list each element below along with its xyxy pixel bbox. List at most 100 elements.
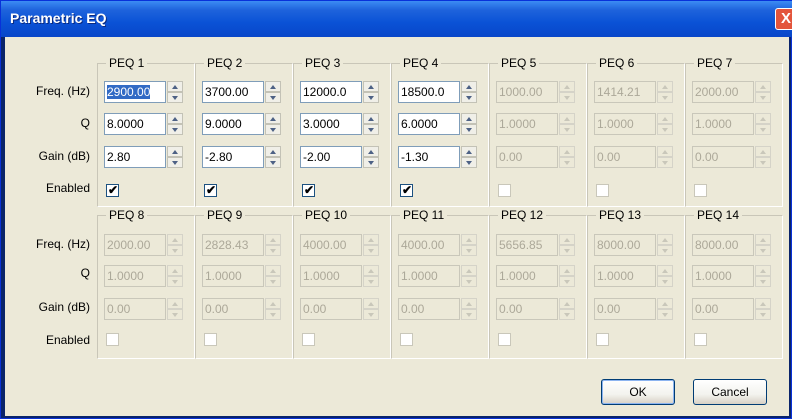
spin-down-button[interactable] — [755, 92, 771, 103]
spin-down-button[interactable] — [167, 245, 183, 256]
spin-down-button[interactable] — [755, 245, 771, 256]
enabled-checkbox[interactable] — [694, 184, 707, 197]
spin-down-button[interactable] — [461, 309, 477, 320]
spin-down-button[interactable] — [657, 124, 673, 135]
spin-down-button[interactable] — [265, 276, 281, 287]
spin-up-button[interactable] — [461, 146, 477, 157]
spin-down-button[interactable] — [559, 309, 575, 320]
spin-up-button[interactable] — [363, 298, 379, 309]
spin-up-button[interactable] — [363, 146, 379, 157]
spin-up-button[interactable] — [755, 234, 771, 245]
enabled-checkbox[interactable] — [498, 333, 511, 346]
spin-down-button[interactable] — [167, 124, 183, 135]
enabled-checkbox[interactable] — [400, 333, 413, 346]
spin-down-button[interactable] — [461, 124, 477, 135]
freq-field[interactable]: 12000.0 — [300, 81, 362, 103]
enabled-checkbox[interactable] — [694, 333, 707, 346]
gain-field[interactable]: 0.00 — [496, 146, 558, 168]
gain-field[interactable]: -1.30 — [398, 146, 460, 168]
spin-up-button[interactable] — [559, 265, 575, 276]
ok-button[interactable]: OK — [601, 379, 675, 405]
spin-down-button[interactable] — [265, 124, 281, 135]
spin-up-button[interactable] — [167, 265, 183, 276]
spin-up-button[interactable] — [265, 234, 281, 245]
spin-down-button[interactable] — [559, 276, 575, 287]
q-field[interactable]: 8.0000 — [104, 113, 166, 135]
freq-field[interactable]: 2828.43 — [202, 234, 264, 256]
spin-up-button[interactable] — [755, 113, 771, 124]
enabled-checkbox[interactable] — [204, 333, 217, 346]
spin-down-button[interactable] — [265, 157, 281, 168]
enabled-checkbox[interactable]: ✔ — [302, 183, 315, 197]
q-field[interactable]: 1.0000 — [692, 265, 754, 287]
gain-field[interactable]: 2.80 — [104, 146, 166, 168]
freq-field[interactable]: 1414.21 — [594, 81, 656, 103]
spin-up-button[interactable] — [755, 146, 771, 157]
freq-field[interactable]: 4000.00 — [300, 234, 362, 256]
freq-field[interactable]: 2000.00 — [692, 81, 754, 103]
q-field[interactable]: 1.0000 — [300, 265, 362, 287]
spin-down-button[interactable] — [167, 92, 183, 103]
spin-up-button[interactable] — [363, 234, 379, 245]
spin-up-button[interactable] — [657, 81, 673, 92]
spin-up-button[interactable] — [559, 113, 575, 124]
spin-up-button[interactable] — [461, 81, 477, 92]
enabled-checkbox[interactable]: ✔ — [400, 183, 413, 197]
enabled-checkbox[interactable] — [596, 333, 609, 346]
freq-field[interactable]: 1000.00 — [496, 81, 558, 103]
spin-up-button[interactable] — [363, 113, 379, 124]
spin-up-button[interactable] — [559, 234, 575, 245]
spin-up-button[interactable] — [559, 146, 575, 157]
spin-down-button[interactable] — [363, 92, 379, 103]
spin-up-button[interactable] — [461, 265, 477, 276]
spin-up-button[interactable] — [559, 81, 575, 92]
freq-field[interactable]: 8000.00 — [692, 234, 754, 256]
q-field[interactable]: 1.0000 — [398, 265, 460, 287]
q-field[interactable]: 1.0000 — [692, 113, 754, 135]
spin-up-button[interactable] — [167, 146, 183, 157]
enabled-checkbox[interactable]: ✔ — [204, 183, 217, 197]
spin-down-button[interactable] — [363, 157, 379, 168]
spin-up-button[interactable] — [657, 113, 673, 124]
spin-up-button[interactable] — [167, 113, 183, 124]
gain-field[interactable]: 0.00 — [594, 146, 656, 168]
spin-up-button[interactable] — [167, 81, 183, 92]
spin-down-button[interactable] — [559, 245, 575, 256]
spin-up-button[interactable] — [755, 81, 771, 92]
gain-field[interactable]: 0.00 — [496, 298, 558, 320]
freq-field[interactable]: 3700.00 — [202, 81, 264, 103]
freq-field[interactable]: 5656.85 — [496, 234, 558, 256]
spin-down-button[interactable] — [167, 309, 183, 320]
enabled-checkbox[interactable]: ✔ — [106, 183, 119, 197]
q-field[interactable]: 1.0000 — [496, 113, 558, 135]
spin-up-button[interactable] — [657, 146, 673, 157]
spin-down-button[interactable] — [559, 157, 575, 168]
gain-field[interactable]: 0.00 — [692, 146, 754, 168]
spin-down-button[interactable] — [657, 245, 673, 256]
spin-down-button[interactable] — [265, 245, 281, 256]
spin-up-button[interactable] — [461, 298, 477, 309]
spin-down-button[interactable] — [461, 92, 477, 103]
freq-field[interactable]: 8000.00 — [594, 234, 656, 256]
gain-field[interactable]: 0.00 — [104, 298, 166, 320]
gain-field[interactable]: 0.00 — [398, 298, 460, 320]
title-bar[interactable]: Parametric EQ X — [1, 1, 792, 37]
spin-up-button[interactable] — [363, 265, 379, 276]
spin-down-button[interactable] — [363, 276, 379, 287]
close-icon[interactable]: X — [775, 8, 792, 30]
q-field[interactable]: 1.0000 — [202, 265, 264, 287]
spin-down-button[interactable] — [755, 309, 771, 320]
enabled-checkbox[interactable] — [596, 184, 609, 197]
q-field[interactable]: 3.0000 — [300, 113, 362, 135]
spin-down-button[interactable] — [657, 309, 673, 320]
spin-down-button[interactable] — [461, 157, 477, 168]
enabled-checkbox[interactable] — [302, 333, 315, 346]
freq-field[interactable]: 2000.00 — [104, 234, 166, 256]
spin-up-button[interactable] — [657, 298, 673, 309]
spin-up-button[interactable] — [559, 298, 575, 309]
q-field[interactable]: 1.0000 — [594, 265, 656, 287]
freq-field[interactable]: 4000.00 — [398, 234, 460, 256]
gain-field[interactable]: -2.00 — [300, 146, 362, 168]
gain-field[interactable]: -2.80 — [202, 146, 264, 168]
spin-down-button[interactable] — [755, 157, 771, 168]
